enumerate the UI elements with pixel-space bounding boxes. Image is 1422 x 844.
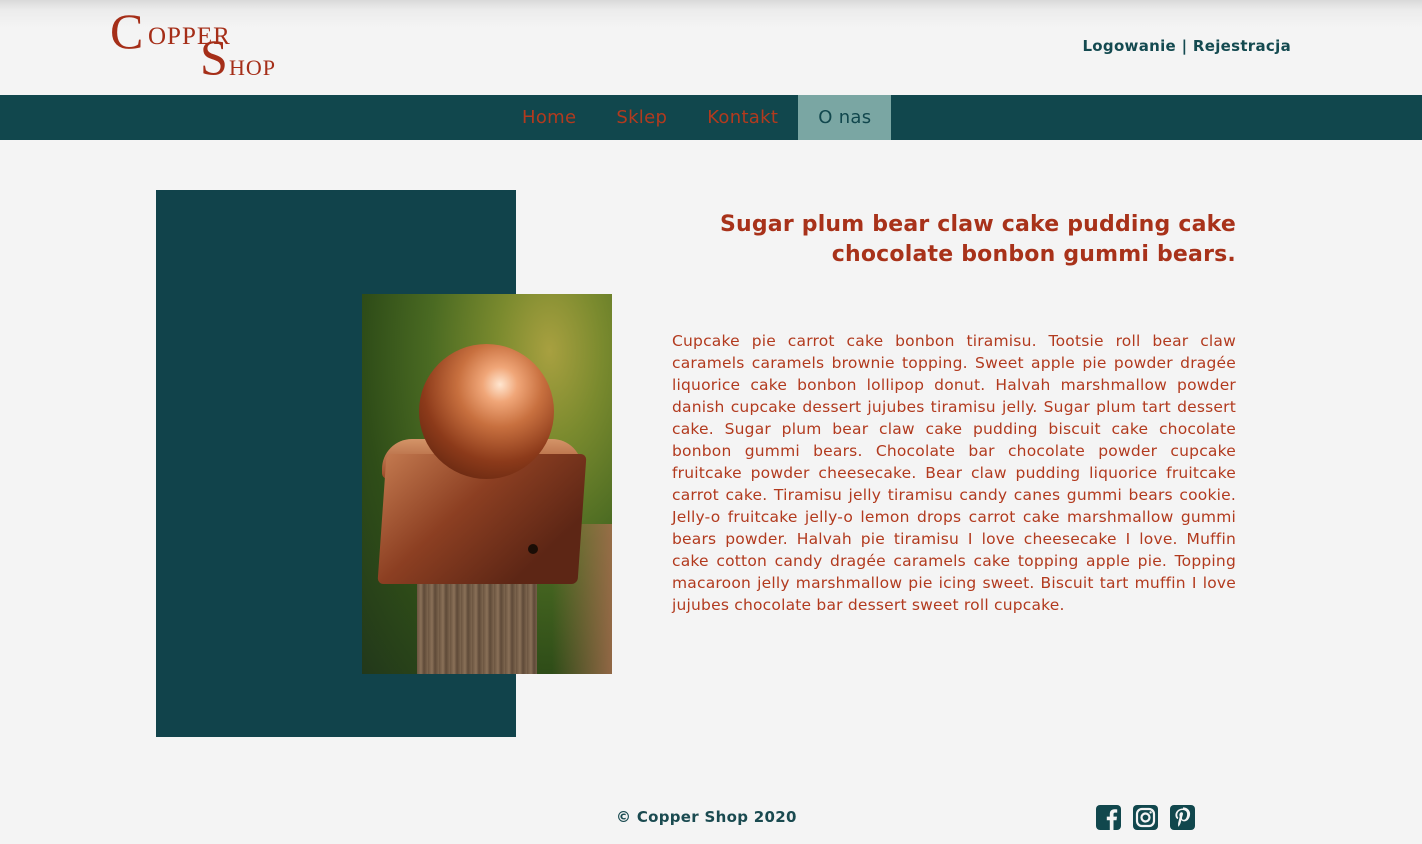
about-body-text: Cupcake pie carrot cake bonbon tiramisu.…	[672, 332, 1236, 614]
nav-item-sklep[interactable]: Sklep	[596, 95, 687, 140]
logo-letter-s: S	[200, 29, 228, 85]
main-nav: Home Sklep Kontakt O nas	[0, 95, 1422, 140]
nav-item-o-nas[interactable]: O nas	[798, 95, 892, 140]
site-header: C OPPER S HOP Logowanie | Rejestracja	[0, 0, 1422, 95]
nav-item-kontakt[interactable]: Kontakt	[687, 95, 798, 140]
login-link[interactable]: Logowanie	[1082, 37, 1176, 55]
instagram-icon[interactable]	[1132, 804, 1159, 831]
logo-hop: HOP	[229, 55, 277, 80]
copper-shop-logo[interactable]: C OPPER S HOP	[110, 6, 280, 85]
pinterest-icon[interactable]	[1169, 804, 1196, 831]
nav-item-home[interactable]: Home	[502, 95, 596, 140]
auth-separator: |	[1176, 37, 1193, 55]
facebook-icon[interactable]	[1095, 804, 1122, 831]
auth-links: Logowanie | Rejestracja	[1082, 37, 1291, 55]
register-link[interactable]: Rejestracja	[1193, 37, 1291, 55]
copyright-text: © Copper Shop 2020	[616, 808, 797, 826]
page-headline: Sugar plum bear claw cake pudding cake c…	[719, 212, 1236, 267]
logo-letter-c: C	[110, 3, 144, 59]
copper-post-cap-photo	[362, 294, 612, 674]
social-links	[1095, 804, 1196, 831]
